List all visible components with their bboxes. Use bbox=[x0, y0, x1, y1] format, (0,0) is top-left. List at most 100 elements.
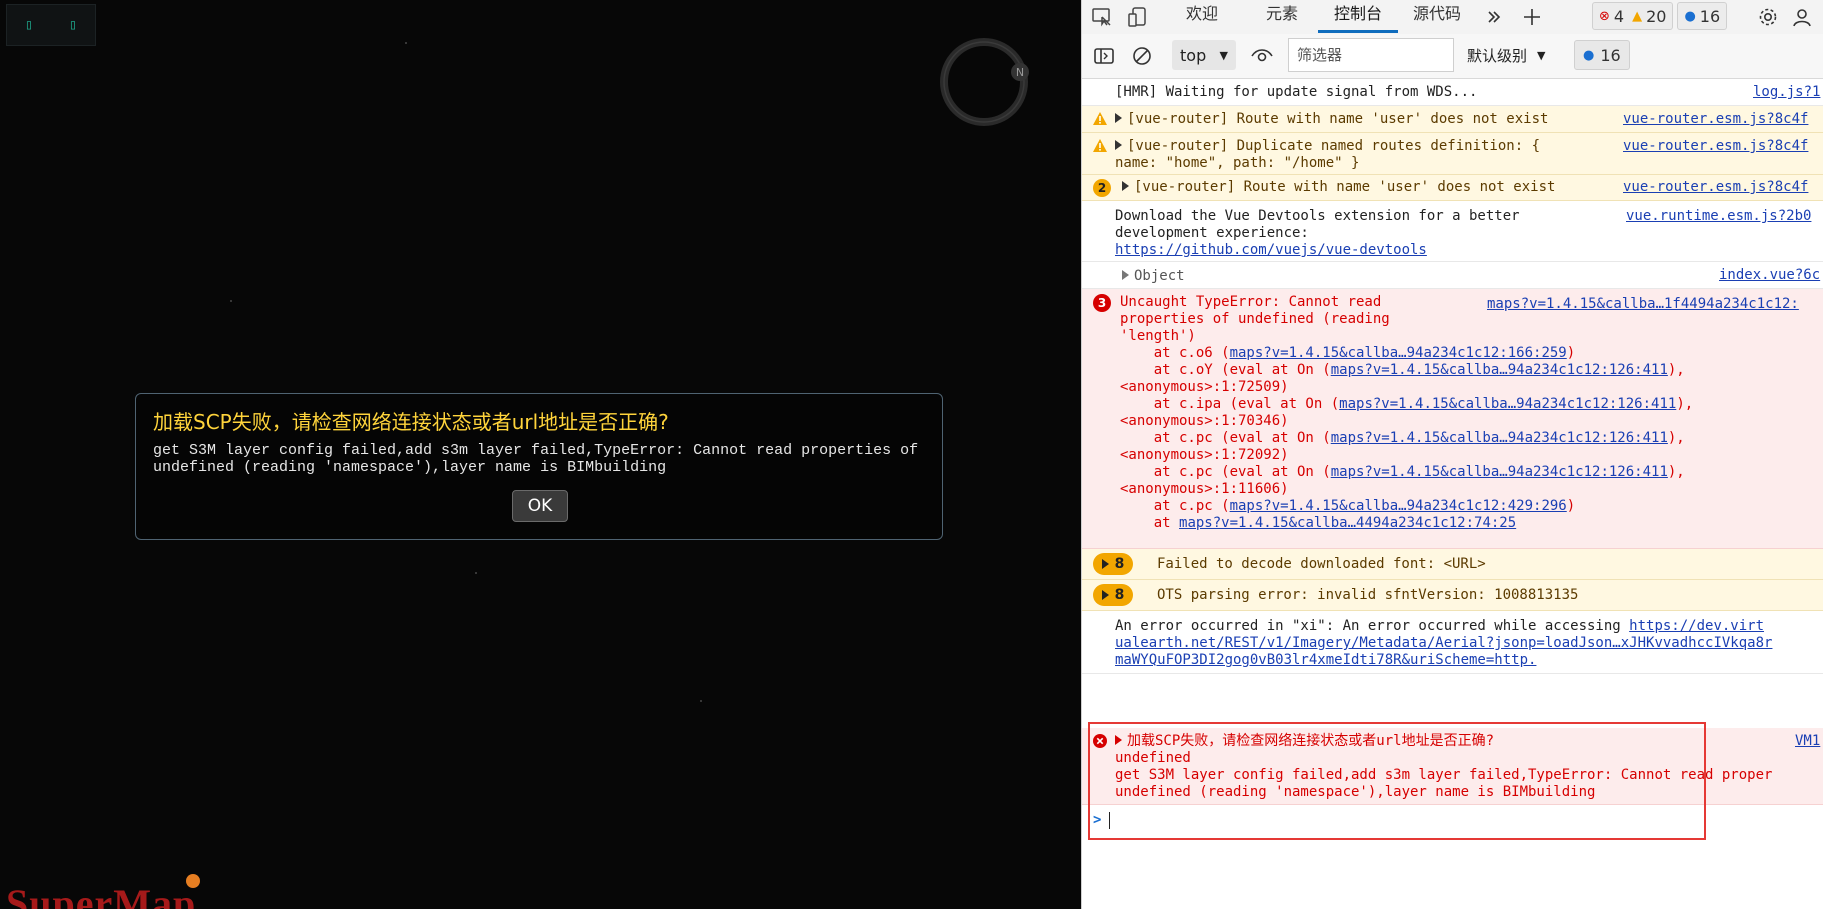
expand-icon[interactable] bbox=[1122, 270, 1129, 280]
message-link[interactable]: https://github.com/vuejs/vue-devtools bbox=[1115, 242, 1427, 259]
message-text: [vue-router] Route with name 'user' does… bbox=[1134, 179, 1556, 195]
stack-link[interactable]: maps?v=1.4.15&callba…94a234c1c12:126:411 bbox=[1331, 464, 1668, 480]
expand-icon bbox=[1101, 590, 1109, 600]
source-link[interactable]: vue.runtime.esm.js?2b0 bbox=[1626, 208, 1811, 225]
sidebar-toggle-icon[interactable] bbox=[1090, 42, 1118, 70]
message-link[interactable]: https://dev.virt bbox=[1629, 618, 1764, 634]
source-link[interactable]: vue-router.esm.js?8c4f bbox=[1623, 111, 1808, 128]
issues-button[interactable]: ● 16 bbox=[1574, 40, 1630, 70]
expand-icon[interactable] bbox=[1115, 113, 1122, 123]
tab-sources[interactable]: 源代码 bbox=[1402, 0, 1472, 33]
stack-link[interactable]: maps?v=1.4.15&callba…4494a234c1c12:74:25 bbox=[1179, 515, 1516, 531]
star-dot bbox=[405, 42, 407, 44]
map-viewport[interactable]: ▯ ▯ N SuperMap 加载SCP失败，请检查网络连接状态或者url地址是… bbox=[0, 0, 1081, 909]
warning-icon: ▲ bbox=[1632, 8, 1643, 24]
console-message: An error occurred in "xi": An error occu… bbox=[1082, 611, 1823, 674]
warning-icon bbox=[1093, 112, 1107, 125]
message-text: Uncaught TypeError: Cannot read bbox=[1120, 294, 1382, 310]
clear-console-icon[interactable] bbox=[1128, 42, 1156, 70]
add-tab-icon[interactable] bbox=[1518, 3, 1546, 31]
info-counter[interactable]: ● 16 bbox=[1677, 2, 1728, 30]
message-text: 加载SCP失败，请检查网络连接状态或者url地址是否正确? bbox=[1127, 733, 1494, 749]
message-text: undefined bbox=[1115, 750, 1191, 766]
expand-icon bbox=[1101, 559, 1109, 569]
stack-frame: at maps?v=1.4.15&callba…4494a234c1c12:74… bbox=[1120, 515, 1517, 531]
tab-console[interactable]: 控制台 bbox=[1318, 0, 1398, 33]
source-link[interactable]: maps?v=1.4.15&callba…1f4494a234c1c12: bbox=[1487, 296, 1799, 313]
source-link[interactable]: vue-router.esm.js?8c4f bbox=[1623, 138, 1808, 155]
map-toolbar: ▯ ▯ bbox=[6, 4, 96, 46]
repeat-count-badge[interactable]: 8 bbox=[1093, 553, 1133, 575]
info-icon: ● bbox=[1583, 47, 1595, 63]
prompt-chevron-icon: > bbox=[1093, 812, 1102, 828]
source-link[interactable]: VM1 bbox=[1795, 733, 1820, 750]
issue-counters[interactable]: ⊗ 4 ▲ 20 ● 16 bbox=[1592, 2, 1731, 30]
source-link[interactable]: log.js?1 bbox=[1753, 84, 1820, 101]
message-link[interactable]: ualearth.net/REST/v1/Imagery/Metadata/Ae… bbox=[1115, 635, 1772, 652]
console-message: [HMR] Waiting for update signal from WDS… bbox=[1082, 79, 1823, 106]
stack-link[interactable]: maps?v=1.4.15&callba…94a234c1c12:429:296 bbox=[1230, 498, 1567, 514]
devtools-tabbar: 欢迎 元素 控制台 源代码 ⊗ 4 ▲ 20 ● 16 bbox=[1082, 0, 1823, 35]
object-label[interactable]: Object bbox=[1134, 268, 1185, 284]
console-prompt[interactable]: > bbox=[1082, 806, 1823, 836]
console-messages[interactable]: [HMR] Waiting for update signal from WDS… bbox=[1082, 79, 1823, 909]
gear-icon[interactable] bbox=[1754, 3, 1782, 31]
context-value: top bbox=[1180, 45, 1207, 65]
chevron-down-icon: ▼ bbox=[1537, 48, 1546, 62]
message-text: Failed to decode downloaded font: <URL> bbox=[1157, 556, 1486, 572]
account-icon[interactable] bbox=[1788, 3, 1816, 31]
stack-frame: <anonymous>:1:11606) bbox=[1120, 481, 1289, 497]
stack-link[interactable]: maps?v=1.4.15&callba…94a234c1c12:166:259 bbox=[1230, 345, 1567, 361]
tool-button[interactable]: ▯ bbox=[25, 17, 33, 33]
dialog-title: 加载SCP失败，请检查网络连接状态或者url地址是否正确? bbox=[153, 410, 669, 434]
repeat-count-badge[interactable]: 8 bbox=[1093, 584, 1133, 606]
stack-frame: at c.oY (eval at On (maps?v=1.4.15&callb… bbox=[1120, 362, 1685, 378]
ok-button[interactable]: OK bbox=[512, 490, 568, 522]
stack-frame: <anonymous>:1:72509) bbox=[1120, 379, 1289, 395]
console-warning: 2 [vue-router] Route with name 'user' do… bbox=[1082, 175, 1823, 201]
more-tabs-icon[interactable] bbox=[1480, 3, 1508, 31]
repeat-count-badge: 2 bbox=[1093, 179, 1111, 197]
message-text: [vue-router] Route with name 'user' does… bbox=[1127, 111, 1549, 127]
expand-icon[interactable] bbox=[1115, 735, 1122, 745]
stack-link[interactable]: maps?v=1.4.15&callba…94a234c1c12:126:411 bbox=[1331, 362, 1668, 378]
error-count: 4 bbox=[1613, 6, 1625, 26]
compass-icon[interactable]: N bbox=[936, 30, 1036, 130]
stack-frame: at c.ipa (eval at On (maps?v=1.4.15&call… bbox=[1120, 396, 1694, 412]
console-toolbar: top ▼ 默认级别 ▼ ● 16 bbox=[1082, 34, 1823, 79]
console-warning: [vue-router] Duplicate named routes defi… bbox=[1082, 133, 1823, 175]
message-link[interactable]: maWYQuFOP3DI2gog0vB03lr4xmeIdti78R&uriSc… bbox=[1115, 652, 1536, 669]
expand-icon[interactable] bbox=[1122, 181, 1129, 191]
inspect-element-icon[interactable] bbox=[1088, 3, 1116, 31]
tab-welcome[interactable]: 欢迎 bbox=[1164, 0, 1240, 33]
devtools-panel: 欢迎 元素 控制台 源代码 ⊗ 4 ▲ 20 ● 16 top ▼ 筛选器 默认… bbox=[1081, 0, 1823, 909]
source-link[interactable]: index.vue?6c bbox=[1719, 267, 1820, 284]
stack-trace: at c.o6 (maps?v=1.4.15&callba…94a234c1c1… bbox=[1120, 345, 1820, 532]
expand-icon[interactable] bbox=[1115, 140, 1122, 150]
star-dot bbox=[230, 300, 232, 302]
stack-link[interactable]: maps?v=1.4.15&callba…94a234c1c12:126:411 bbox=[1339, 396, 1676, 412]
error-icon bbox=[1093, 734, 1107, 748]
stack-frame: at c.pc (maps?v=1.4.15&callba…94a234c1c1… bbox=[1120, 498, 1576, 514]
eye-icon[interactable] bbox=[1248, 42, 1276, 70]
stack-frame: at c.o6 (maps?v=1.4.15&callba…94a234c1c1… bbox=[1120, 345, 1576, 361]
repeat-count-badge: 3 bbox=[1093, 294, 1111, 312]
device-toolbar-icon[interactable] bbox=[1124, 3, 1152, 31]
console-warning: [vue-router] Route with name 'user' does… bbox=[1082, 106, 1823, 133]
error-icon: ⊗ bbox=[1599, 8, 1610, 24]
source-link[interactable]: vue-router.esm.js?8c4f bbox=[1623, 179, 1808, 196]
tool-button[interactable]: ▯ bbox=[69, 17, 77, 33]
message-text: properties of undefined (reading bbox=[1120, 311, 1390, 327]
message-text: name: "home", path: "/home" } bbox=[1115, 155, 1360, 171]
console-error: 加载SCP失败，请检查网络连接状态或者url地址是否正确? undefined … bbox=[1082, 728, 1823, 805]
stack-frame: at c.pc (eval at On (maps?v=1.4.15&callb… bbox=[1120, 430, 1685, 446]
stack-frame: <anonymous>:1:70346) bbox=[1120, 413, 1289, 429]
log-level-select[interactable]: 默认级别 ▼ bbox=[1467, 40, 1545, 70]
error-counter[interactable]: ⊗ 4 ▲ 20 bbox=[1592, 2, 1674, 30]
console-message: Object index.vue?6c bbox=[1082, 262, 1823, 289]
context-select[interactable]: top ▼ bbox=[1172, 40, 1236, 70]
tab-elements[interactable]: 元素 bbox=[1254, 0, 1310, 33]
stack-link[interactable]: maps?v=1.4.15&callba…94a234c1c12:126:411 bbox=[1331, 430, 1668, 446]
error-dialog: 加载SCP失败，请检查网络连接状态或者url地址是否正确? get S3M la… bbox=[135, 393, 943, 540]
filter-input[interactable] bbox=[1288, 38, 1454, 72]
